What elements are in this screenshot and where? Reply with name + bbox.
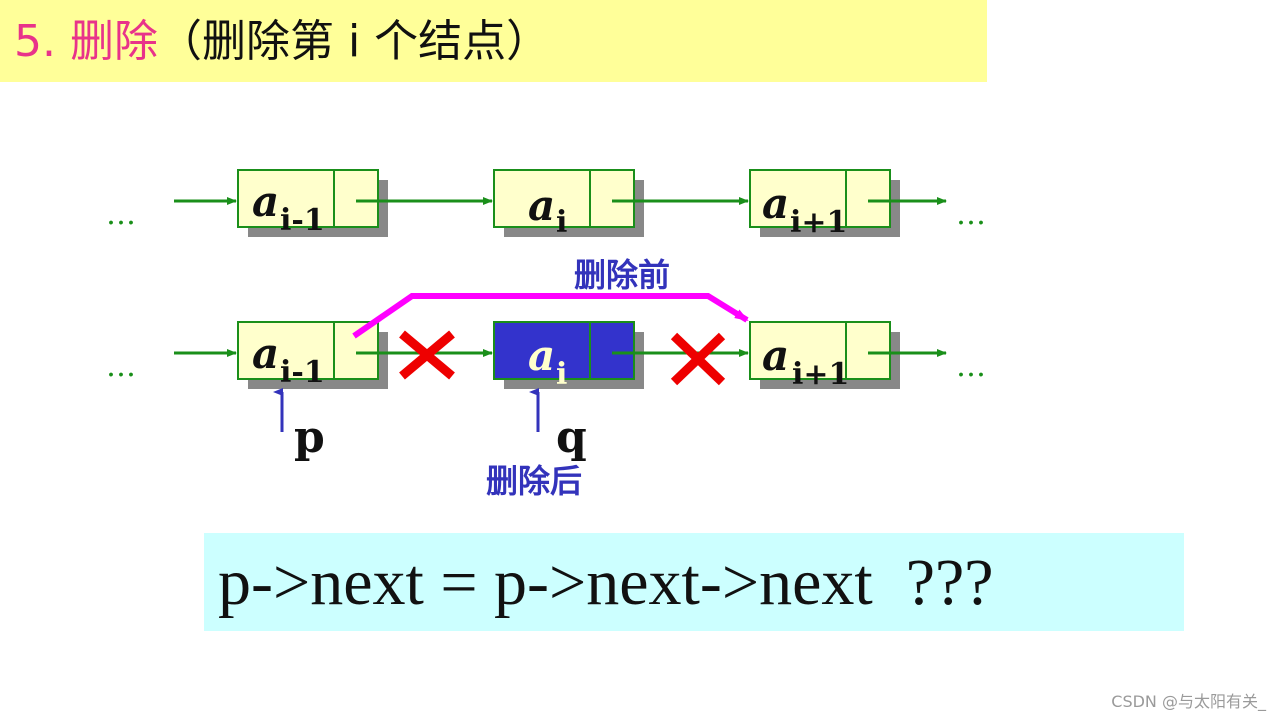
node-data-label: a [528,181,555,230]
row1-node-a-i: a i [493,169,644,240]
row2-node-a-i-plus-1: a i+1 [749,321,900,392]
node-data-label: a [762,179,789,228]
node-data-label: a [762,331,789,380]
node-data-label: a [252,329,279,378]
label-before-deletion: 删除前 [574,256,670,294]
node-data-label: a [528,331,555,380]
pointer-p-label: p [294,412,325,463]
cross-mark-icon [399,330,455,380]
label-after-deletion: 删除后 [486,462,582,500]
node-data-subscript: i+1 [790,205,847,240]
node-data-subscript: i-1 [280,355,325,390]
cross-mark-icon [670,332,726,386]
node-data-subscript: i [556,357,567,392]
row1-leading-dots: … [106,197,136,232]
watermark: CSDN @与太阳有关_ [1111,692,1266,711]
row2-node-a-i-minus-1: a i-1 [237,321,388,390]
row1-trailing-dots: … [956,197,986,232]
node-data-subscript: i+1 [792,357,849,392]
row2-trailing-dots: … [956,349,986,384]
row1-node-a-i-plus-1: a i+1 [749,169,900,240]
node-data-label: a [252,177,279,226]
code-box: p->next = p->next->next ??? [204,533,1184,631]
node-data-subscript: i [556,205,567,240]
code-statement: p->next = p->next->next ??? [218,546,994,619]
row1-node-a-i-minus-1: a i-1 [237,169,388,238]
row2-leading-dots: … [106,349,136,384]
pointer-q-label: q [556,412,587,463]
row2-node-a-i-deleted: a i [493,321,644,392]
node-data-subscript: i-1 [280,203,325,238]
